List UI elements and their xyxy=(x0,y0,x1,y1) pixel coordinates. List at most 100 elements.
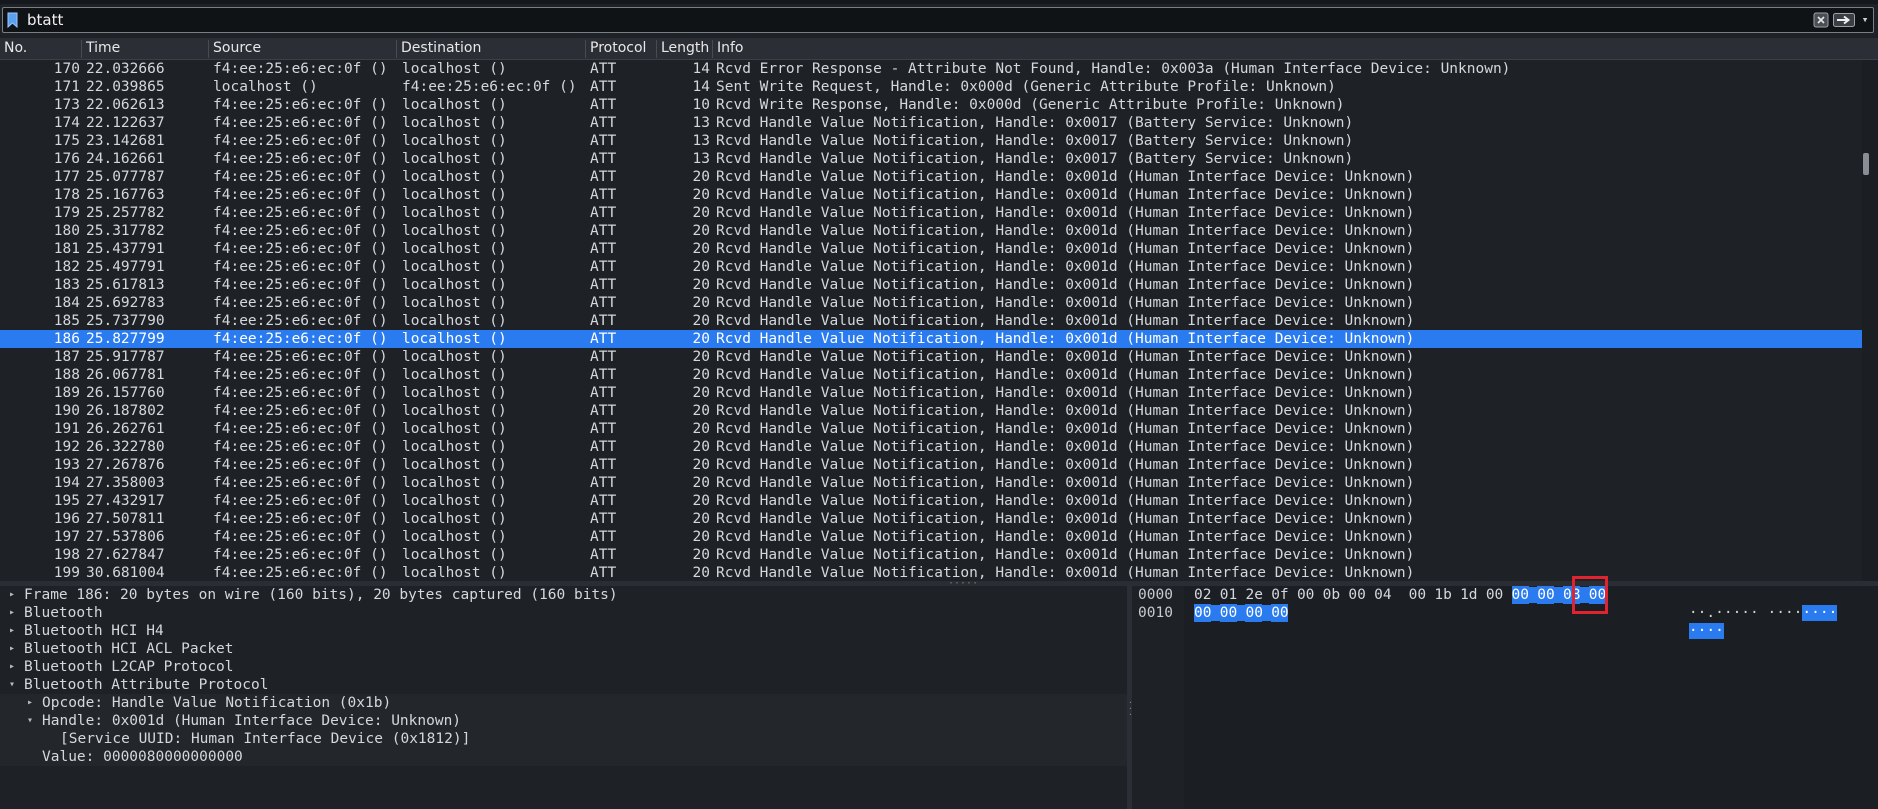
ascii-row[interactable]: ··.····· ········ xyxy=(1654,586,1838,621)
detail-tree-item[interactable]: ▸ Frame 186: 20 bytes on wire (160 bits),… xyxy=(0,586,1127,604)
hex-byte[interactable]: 02 xyxy=(1194,586,1211,604)
hex-byte[interactable]: 00 xyxy=(1537,586,1555,604)
tree-collapsed-icon[interactable]: ▸ xyxy=(6,604,18,622)
packet-row[interactable]: 194 27.358003 f4:ee:25:e6:ec:0f () localhos… xyxy=(0,474,1862,492)
packet-row[interactable]: 186 25.827799 f4:ee:25:e6:ec:0f () localhos… xyxy=(0,330,1862,348)
tree-collapsed-icon[interactable]: ▸ xyxy=(6,622,18,640)
packet-cell-src: f4:ee:25:e6:ec:0f () xyxy=(213,565,388,581)
clear-filter-icon[interactable] xyxy=(1813,12,1829,28)
filter-history-dropdown-icon[interactable]: ▾ xyxy=(1859,13,1871,27)
packet-row[interactable]: 184 25.692783 f4:ee:25:e6:ec:0f () localhos… xyxy=(0,294,1862,312)
packet-cell-src: f4:ee:25:e6:ec:0f () xyxy=(213,295,388,311)
hex-byte[interactable]: 00 xyxy=(1271,604,1289,622)
hex-byte[interactable]: 1b xyxy=(1434,586,1451,604)
packet-cell-proto: ATT xyxy=(590,205,617,221)
hex-byte[interactable]: 01 xyxy=(1220,586,1237,604)
bookmark-icon[interactable] xyxy=(7,12,18,28)
hex-row[interactable]: 00 00 00 00 xyxy=(1194,604,1289,622)
packet-cell-src: f4:ee:25:e6:ec:0f () xyxy=(213,421,388,437)
packet-row[interactable]: 190 26.187802 f4:ee:25:e6:ec:0f () localhos… xyxy=(0,402,1862,420)
hex-byte[interactable]: 1d xyxy=(1460,586,1477,604)
hex-byte[interactable]: 00 xyxy=(1194,604,1211,622)
packet-row[interactable]: 198 27.627847 f4:ee:25:e6:ec:0f () localhos… xyxy=(0,546,1862,564)
apply-filter-arrow-icon[interactable] xyxy=(1833,13,1855,27)
packet-cell-time: 25.737790 xyxy=(86,313,165,329)
detail-tree-item[interactable]: ▸ Bluetooth L2CAP Protocol xyxy=(0,658,1127,676)
packet-cell-no: 195 xyxy=(53,493,80,509)
tree-collapsed-icon[interactable]: ▸ xyxy=(6,640,18,658)
hex-row[interactable]: 02 01 2e 0f 00 0b 00 04 00 1b 1d 00 00 0… xyxy=(1194,586,1606,604)
column-header-time[interactable]: Time xyxy=(82,40,209,58)
packet-cell-dst: localhost () xyxy=(402,115,507,131)
hex-byte[interactable]: 00 xyxy=(1409,586,1426,604)
hex-byte[interactable]: 0b xyxy=(1323,586,1340,604)
packet-row[interactable]: 185 25.737790 f4:ee:25:e6:ec:0f () localhos… xyxy=(0,312,1862,330)
tree-collapsed-icon[interactable]: ▸ xyxy=(6,586,18,604)
packet-row[interactable]: 174 22.122637 f4:ee:25:e6:ec:0f () localhos… xyxy=(0,114,1862,132)
detail-tree-item[interactable]: ▸ Bluetooth HCI ACL Packet xyxy=(0,640,1127,658)
packet-row[interactable]: 192 26.322780 f4:ee:25:e6:ec:0f () localhos… xyxy=(0,438,1862,456)
detail-tree-item[interactable]: ▸ Opcode: Handle Value Notification (0x1b… xyxy=(0,694,1127,712)
hex-byte[interactable]: 00 xyxy=(1245,604,1263,622)
packet-cell-src: f4:ee:25:e6:ec:0f () xyxy=(213,349,388,365)
packet-row[interactable]: 179 25.257782 f4:ee:25:e6:ec:0f () localhos… xyxy=(0,204,1862,222)
hex-byte[interactable]: 00 xyxy=(1297,586,1314,604)
packet-cell-no: 175 xyxy=(53,133,80,149)
detail-tree-label: Bluetooth HCI H4 xyxy=(24,623,164,639)
packet-cell-time: 27.432917 xyxy=(86,493,165,509)
packet-row[interactable]: 197 27.537806 f4:ee:25:e6:ec:0f () localhos… xyxy=(0,528,1862,546)
column-header-no[interactable]: No. xyxy=(0,40,82,58)
packet-row[interactable]: 181 25.437791 f4:ee:25:e6:ec:0f () localhos… xyxy=(0,240,1862,258)
column-header-destination[interactable]: Destination xyxy=(397,40,586,58)
packet-row[interactable]: 177 25.077787 f4:ee:25:e6:ec:0f () localhos… xyxy=(0,168,1862,186)
packet-row[interactable]: 171 22.039865 localhost () f4:ee:25:e6:ec:0… xyxy=(0,78,1862,96)
detail-tree-item[interactable]: ▸ Bluetooth HCI H4 xyxy=(0,622,1127,640)
packet-cell-no: 178 xyxy=(53,187,80,203)
packet-row[interactable]: 193 27.267876 f4:ee:25:e6:ec:0f () localhos… xyxy=(0,456,1862,474)
tree-collapsed-icon[interactable]: ▸ xyxy=(6,658,18,676)
detail-tree-item[interactable]: Value: 0000080000000000 xyxy=(0,748,1127,766)
column-header-source[interactable]: Source xyxy=(209,40,397,58)
tree-expanded-icon[interactable]: ▾ xyxy=(24,712,36,730)
packet-cell-no: 183 xyxy=(53,277,80,293)
packet-row[interactable]: 183 25.617813 f4:ee:25:e6:ec:0f () localhos… xyxy=(0,276,1862,294)
packet-cell-time: 25.827799 xyxy=(86,331,165,347)
hex-byte[interactable]: 00 xyxy=(1486,586,1503,604)
packet-row[interactable]: 175 23.142681 f4:ee:25:e6:ec:0f () localhos… xyxy=(0,132,1862,150)
hex-byte[interactable]: 0f xyxy=(1271,586,1288,604)
detail-tree-item[interactable]: ▸ Bluetooth xyxy=(0,604,1127,622)
hex-byte[interactable]: 04 xyxy=(1374,586,1391,604)
packet-row[interactable]: 188 26.067781 f4:ee:25:e6:ec:0f () localhos… xyxy=(0,366,1862,384)
detail-tree-item[interactable]: ▾ Bluetooth Attribute Protocol xyxy=(0,676,1127,694)
packet-cell-time: 26.262761 xyxy=(86,421,165,437)
tree-collapsed-icon[interactable]: ▸ xyxy=(24,694,36,712)
detail-tree-item[interactable]: ▾ Handle: 0x001d (Human Interface Device:… xyxy=(0,712,1127,730)
packet-row[interactable]: 170 22.032666 f4:ee:25:e6:ec:0f () localhos… xyxy=(0,60,1862,78)
packet-row[interactable]: 191 26.262761 f4:ee:25:e6:ec:0f () localhos… xyxy=(0,420,1862,438)
display-filter-bar[interactable]: btatt ▾ xyxy=(2,7,1874,33)
tree-expanded-icon[interactable]: ▾ xyxy=(6,676,18,694)
packet-row[interactable]: 189 26.157760 f4:ee:25:e6:ec:0f () localhos… xyxy=(0,384,1862,402)
hex-byte[interactable]: 00 xyxy=(1511,586,1529,604)
column-header-info[interactable]: Info xyxy=(713,40,1878,58)
packet-list-scroll-thumb[interactable] xyxy=(1863,153,1869,175)
packet-row[interactable]: 180 25.317782 f4:ee:25:e6:ec:0f () localhos… xyxy=(0,222,1862,240)
packet-row[interactable]: 178 25.167763 f4:ee:25:e6:ec:0f () localhos… xyxy=(0,186,1862,204)
display-filter-input[interactable]: btatt xyxy=(27,11,63,29)
packet-list-scrollbar[interactable] xyxy=(1862,60,1878,581)
ascii-row[interactable]: ···· xyxy=(1654,604,1724,639)
packet-row[interactable]: 176 24.162661 f4:ee:25:e6:ec:0f () localhos… xyxy=(0,150,1862,168)
hex-byte[interactable]: 00 xyxy=(1219,604,1237,622)
title-strip xyxy=(0,0,1878,4)
packet-row[interactable]: 182 25.497791 f4:ee:25:e6:ec:0f () localhos… xyxy=(0,258,1862,276)
packet-row[interactable]: 187 25.917787 f4:ee:25:e6:ec:0f () localhos… xyxy=(0,348,1862,366)
packet-row[interactable]: 196 27.507811 f4:ee:25:e6:ec:0f () localhos… xyxy=(0,510,1862,528)
packet-row[interactable]: 195 27.432917 f4:ee:25:e6:ec:0f () localhos… xyxy=(0,492,1862,510)
packet-cell-no: 176 xyxy=(53,151,80,167)
detail-tree-item[interactable]: [Service UUID: Human Interface Device (0… xyxy=(0,730,1127,748)
column-header-length[interactable]: Length xyxy=(657,40,713,58)
packet-row[interactable]: 173 22.062613 f4:ee:25:e6:ec:0f () localhos… xyxy=(0,96,1862,114)
column-header-protocol[interactable]: Protocol xyxy=(586,40,657,58)
hex-byte[interactable]: 2e xyxy=(1245,586,1262,604)
hex-byte[interactable]: 00 xyxy=(1348,586,1365,604)
